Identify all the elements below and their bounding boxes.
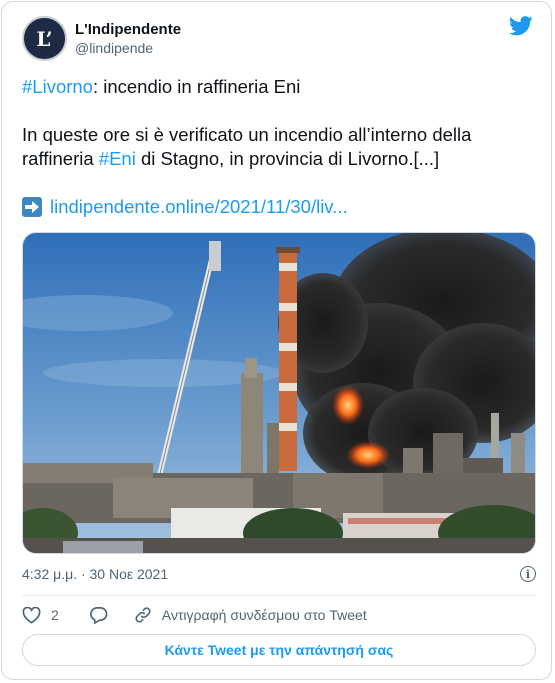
hashtag-eni[interactable]: #Eni	[99, 148, 136, 169]
timestamp[interactable]: 4:32 μ.μ. · 30 Νοε 2021	[22, 566, 168, 582]
tweet-header: L’ L'Indipendente @lindipende	[22, 16, 181, 61]
arrow-right-icon	[22, 197, 42, 217]
user-handle[interactable]: @lindipende	[75, 39, 181, 58]
hashtag-livorno[interactable]: #Livorno	[22, 76, 93, 97]
tweet-paragraph-2-part2: di Stagno, in provincia di Livorno.[...]	[135, 148, 440, 169]
refinery-fire-photo	[23, 233, 535, 553]
tweet-line-1-text: : incendio in raffineria Eni	[92, 76, 301, 97]
reply-bubble-icon	[89, 607, 108, 624]
tweet-paragraph-2: In queste ore si è verificato un incendi…	[22, 123, 532, 171]
like-count: 2	[51, 607, 59, 623]
display-name[interactable]: L'Indipendente	[75, 20, 181, 39]
like-button[interactable]: 2	[22, 606, 59, 624]
copy-link-label: Αντιγραφή συνδέσμου στο Tweet	[161, 607, 367, 623]
tweet-link-row: lindipendente.online/2021/11/30/liv...	[22, 195, 532, 219]
copy-link-button[interactable]: Αντιγραφή συνδέσμου στο Tweet	[134, 606, 367, 624]
heart-icon	[22, 606, 41, 623]
tweet-meta: 4:32 μ.μ. · 30 Νοε 2021 i	[22, 564, 536, 584]
tweet-photo[interactable]	[22, 232, 536, 554]
divider	[22, 595, 536, 596]
tweet-text: #Livorno: incendio in raffineria Eni In …	[22, 75, 532, 219]
article-link[interactable]: lindipendente.online/2021/11/30/liv...	[50, 195, 348, 219]
tweet-actions: 2 Αντιγραφή συνδέσμου στο Tweet	[22, 604, 367, 626]
tweet-card: L’ L'Indipendente @lindipende #Livorno: …	[1, 1, 552, 680]
reply-button[interactable]	[89, 606, 108, 624]
tweet-line-1: #Livorno: incendio in raffineria Eni	[22, 75, 532, 99]
twitter-bird-icon[interactable]	[509, 16, 533, 36]
author-names: L'Indipendente @lindipende	[75, 20, 181, 58]
link-icon	[135, 607, 151, 623]
tweet-your-reply-button[interactable]: Κάντε Tweet με την απάντησή σας	[22, 634, 536, 666]
avatar[interactable]: L’	[22, 16, 67, 61]
info-icon[interactable]: i	[520, 566, 536, 582]
